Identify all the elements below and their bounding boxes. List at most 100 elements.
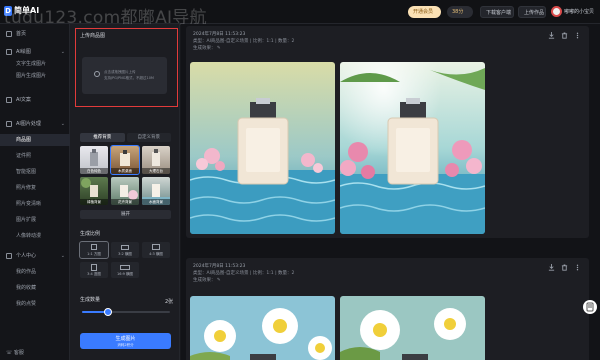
points-badge[interactable]: 38分 (447, 6, 473, 18)
ratio-options: 1:1 方图 3:2 横图 4:3 横图 3:4 竖图 16:9 横图 (79, 241, 171, 278)
ratio-title: 生成比例 (80, 231, 101, 237)
doc-icon (6, 97, 12, 103)
nav-ai-image-processing[interactable]: AI图片处理 ⌄ (0, 118, 70, 130)
nav-home[interactable]: 首页 (0, 28, 70, 40)
result-model: 生成效果： ✎ (193, 278, 221, 283)
bg-thumbnail[interactable]: 花卉背景 (111, 177, 139, 205)
upload-dropzone[interactable]: 点击或拖拽图片上传 支持JPG/PNG格式，不超过10M (82, 57, 167, 94)
ratio-label: 16:9 横图 (117, 272, 133, 276)
nav-my-likes[interactable]: 我的点赞 (0, 298, 70, 310)
more-icon[interactable] (574, 32, 581, 39)
result-actions (548, 32, 581, 39)
results-area: 2024年7月8日 11:53:23 类型：AI商品图-自定义场景 | 比例：1… (181, 24, 600, 360)
ratio-label: 3:2 横图 (118, 252, 132, 256)
ratio-option[interactable]: 1:1 方图 (79, 241, 109, 259)
bg-thumbnail[interactable]: 大理石台 (142, 146, 170, 174)
bg-thumbnail[interactable]: 水面背景 (142, 177, 170, 205)
upload-section: 上传商品图 点击或拖拽图片上传 支持JPG/PNG格式，不超过10M (75, 28, 178, 107)
bg-thumbnail[interactable]: 白色纯色 (80, 146, 108, 174)
nav-ai-drawing[interactable]: AI绘图 ⌄ (0, 46, 70, 58)
tab-custom-bg[interactable]: 自定义背景 (126, 133, 171, 142)
result-card: 2024年7月8日 11:53:23 类型：AI商品图-自定义场景 | 比例：1… (186, 26, 589, 238)
nav-ai-copywriting[interactable]: AI文案 (0, 94, 70, 106)
result-date: 2024年7月8日 11:53:23 (193, 264, 246, 269)
bg-thumbnail-label: 大理石台 (142, 168, 170, 174)
generate-button[interactable]: 生成图片 消耗2积分 (80, 333, 171, 349)
widescreen-icon (120, 265, 130, 270)
portrait-icon (91, 264, 97, 271)
background-thumbnails: 白色纯色 木质桌面 大理石台 绿植背景 花卉背景 水面背景 (80, 145, 171, 205)
delete-icon[interactable] (561, 264, 568, 271)
nav-product-image[interactable]: 商品图 (0, 134, 70, 146)
customer-service[interactable]: ☏ 客服 (6, 349, 24, 356)
download-icon[interactable] (548, 32, 555, 39)
nav-personal-center[interactable]: 个人中心 ⌄ (0, 250, 70, 262)
square-icon (91, 244, 97, 250)
upload-hint: 点击或拖拽图片上传 (104, 70, 136, 74)
result-model: 生成效果： ✎ (193, 46, 221, 51)
nav-label: AI绘图 (16, 49, 31, 55)
upload-title: 上传商品图 (80, 33, 106, 39)
ratio-option[interactable]: 3:4 竖图 (80, 262, 108, 278)
ratio-option[interactable]: 16:9 横图 (111, 262, 139, 278)
nav-label: AI图片处理 (16, 121, 41, 127)
nav-label: 首页 (16, 31, 27, 37)
download-client-button[interactable]: 下载客户端 (480, 6, 514, 18)
delete-icon[interactable] (561, 32, 568, 39)
nav-my-works[interactable]: 我的作品 (0, 266, 70, 278)
result-image[interactable] (190, 62, 335, 234)
more-icon[interactable] (574, 264, 581, 271)
nav-image-extend[interactable]: 图片扩展 (0, 214, 70, 226)
nav-smart-cutout[interactable]: 智能抠图 (0, 166, 70, 178)
bg-thumbnail[interactable]: 绿植背景 (80, 177, 108, 205)
result-model-label: 生成效果： (193, 46, 216, 51)
bg-thumbnail-label: 白色纯色 (80, 168, 108, 174)
nav-portrait-anime[interactable]: 人像转动漫 (0, 230, 70, 242)
result-model-label: 生成效果： (193, 278, 216, 283)
image-icon (6, 121, 12, 127)
ratio-option[interactable]: 4:3 横图 (142, 242, 170, 258)
chevron-down-icon: ⌄ (60, 121, 65, 127)
result-meta: 类型：AI商品图-自定义场景 | 比例：1:1 | 数量：2 (193, 39, 295, 44)
username[interactable]: 嘟嘟的小宝贝 (564, 8, 594, 15)
result-image[interactable] (190, 296, 335, 360)
nav-image-to-image[interactable]: 图片生成图片 (0, 70, 70, 82)
landscape-icon (152, 244, 160, 250)
bg-thumbnail-label: 木质桌面 (111, 168, 139, 174)
result-date: 2024年7月8日 11:53:23 (193, 32, 246, 37)
nav-label: AI文案 (16, 97, 31, 103)
home-icon (6, 31, 12, 37)
settings-panel: 上传商品图 点击或拖拽图片上传 支持JPG/PNG格式，不超过10M 推荐背景 … (70, 24, 180, 360)
chevron-down-icon: ⌄ (60, 253, 65, 259)
count-slider[interactable] (82, 308, 170, 316)
feedback-button[interactable] (583, 300, 597, 314)
nav-id-photo[interactable]: 证件照 (0, 150, 70, 162)
ratio-label: 3:4 竖图 (87, 272, 101, 276)
count-title: 生成数量 (80, 297, 101, 303)
user-icon (6, 253, 12, 259)
result-image[interactable] (340, 296, 485, 360)
paint-icon (6, 49, 12, 55)
tab-recommended-bg[interactable]: 推荐背景 (80, 133, 125, 142)
bg-thumbnail-label: 水面背景 (142, 199, 170, 205)
nav-my-favorites[interactable]: 我的收藏 (0, 282, 70, 294)
bg-thumbnail-label: 绿植背景 (80, 199, 108, 205)
nav-photo-repair[interactable]: 照片修复 (0, 182, 70, 194)
top-bar: D 简单AI tudu123.com都嘟AI导航 开通会员 38分 下载客户端 … (0, 0, 600, 28)
slider-handle[interactable] (104, 308, 113, 316)
sidebar-nav: 首页 AI绘图 ⌄ 文字生成图片 图片生成图片 AI文案 AI图片处理 ⌄ 商品… (0, 24, 70, 360)
expand-button[interactable]: 展开 (80, 210, 171, 219)
result-card: 2024年7月8日 11:53:23 类型：AI商品图-自定义场景 | 比例：1… (186, 258, 589, 360)
avatar[interactable] (551, 6, 562, 17)
count-value: 2张 (165, 299, 174, 305)
nav-photo-sharpen[interactable]: 照片变清晰 (0, 198, 70, 210)
headset-icon: ☏ (6, 350, 14, 356)
ratio-option[interactable]: 3:2 横图 (111, 242, 139, 258)
vip-button[interactable]: 开通会员 (408, 6, 441, 18)
download-icon[interactable] (548, 264, 555, 271)
nav-text-to-image[interactable]: 文字生成图片 (0, 58, 70, 70)
result-image[interactable] (340, 62, 485, 234)
bg-thumbnail[interactable]: 木质桌面 (110, 145, 140, 175)
result-meta: 类型：AI商品图-自定义场景 | 比例：1:1 | 数量：2 (193, 271, 295, 276)
upload-work-button[interactable]: 上传作品 (518, 6, 546, 18)
